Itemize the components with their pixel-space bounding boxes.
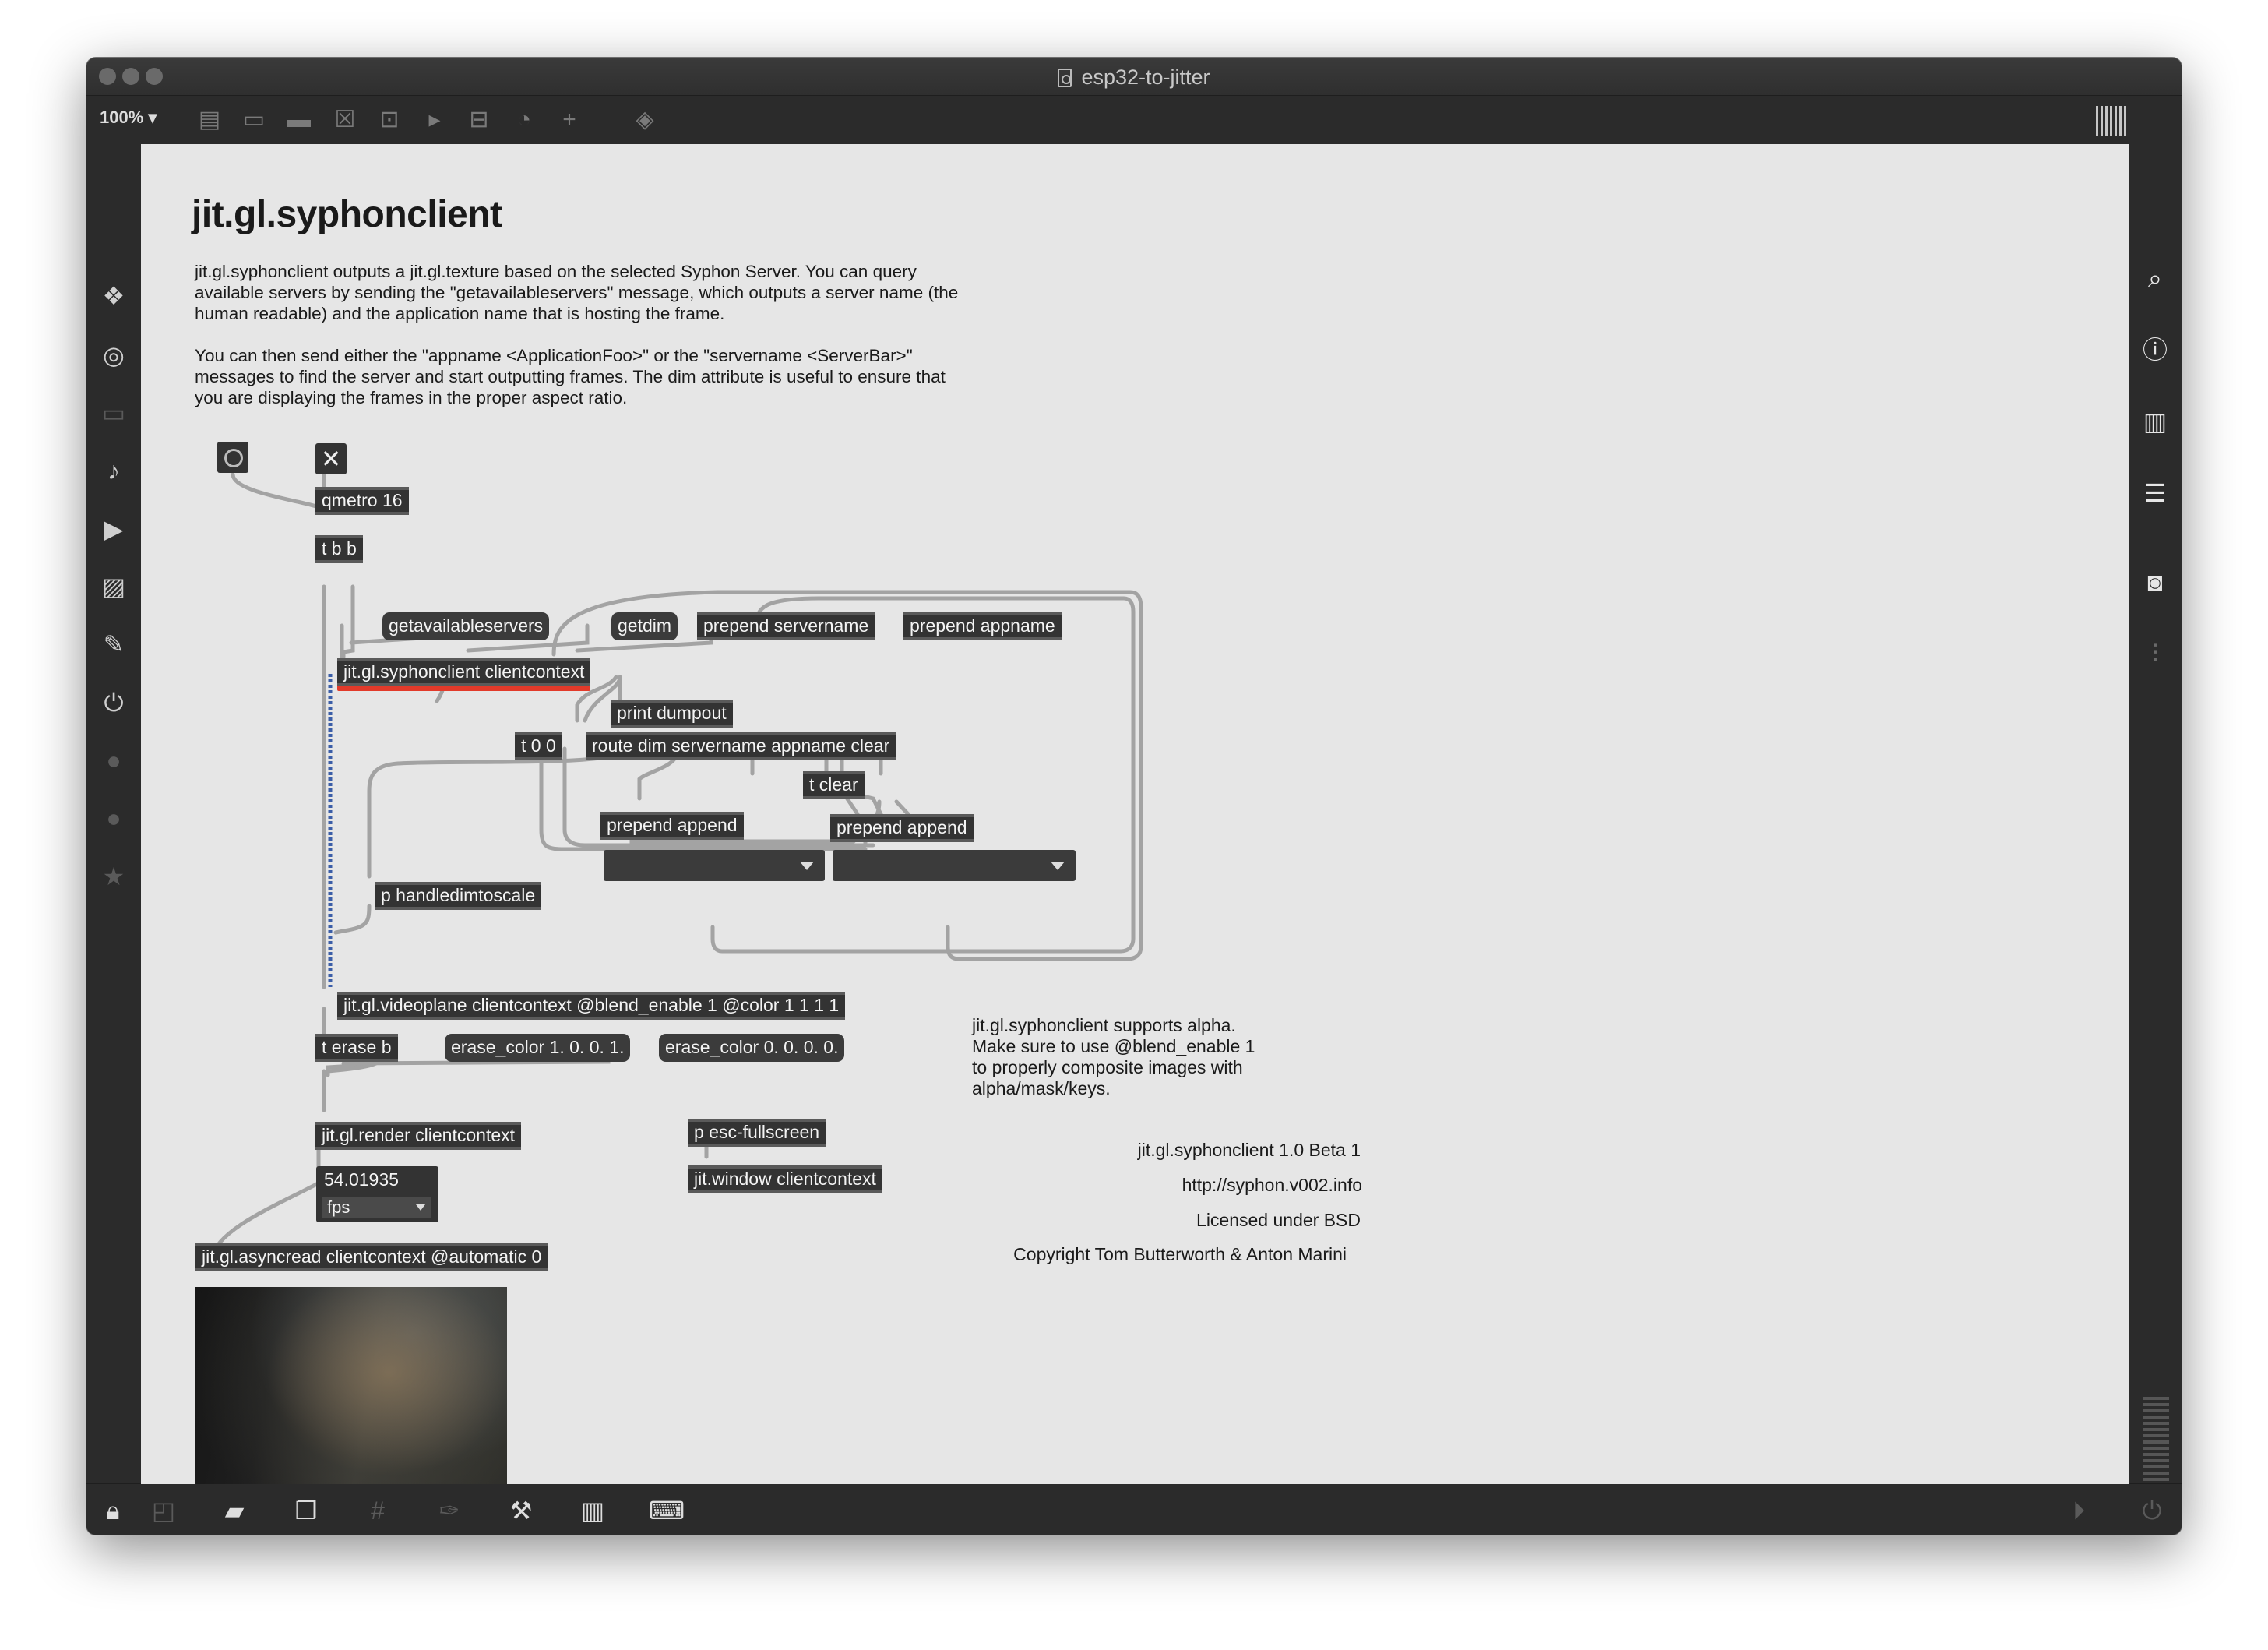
- prepend-appname-object[interactable]: prepend appname: [903, 612, 1062, 640]
- chevron-down-icon: [1051, 862, 1065, 870]
- patch-cord: [231, 472, 326, 513]
- info-icon[interactable]: ⓘ: [2139, 334, 2171, 365]
- paint-icon[interactable]: ✑: [434, 1495, 465, 1526]
- jit-window-object[interactable]: jit.window clientcontext: [688, 1165, 882, 1193]
- keyboard-icon[interactable]: ⌨: [649, 1495, 685, 1526]
- message-icon[interactable]: ▭: [241, 107, 267, 133]
- pinterest-icon[interactable]: ●: [99, 803, 129, 833]
- comment-icon[interactable]: ▬: [286, 107, 312, 133]
- paint-bucket-icon[interactable]: ◈: [632, 107, 658, 133]
- loadbang-button[interactable]: [217, 442, 248, 473]
- toggle-object-icon[interactable]: ⊡: [376, 107, 403, 133]
- button-object-icon[interactable]: ☒: [332, 107, 358, 133]
- zoom-value: 100%: [100, 108, 144, 127]
- asyncread-object[interactable]: jit.gl.asyncread clientcontext @automati…: [195, 1243, 548, 1271]
- trigger-clear-object[interactable]: t clear: [803, 771, 865, 799]
- patcher-canvas[interactable]: jit.gl.syphonclient jit.gl.syphonclient …: [141, 144, 2129, 1484]
- list-icon[interactable]: ☰: [2139, 478, 2171, 509]
- videoplane-object[interactable]: jit.gl.videoplane clientcontext @blend_e…: [337, 992, 846, 1020]
- window-title: esp32-to-jitter: [86, 65, 2182, 90]
- windows-icon[interactable]: ❐: [291, 1495, 322, 1526]
- fps-unit-label: fps: [327, 1197, 350, 1217]
- left-sidebar: ❖ ◎ ▭ ♪ ▶ ▨ ✎ ⏻ ● ● ★: [86, 144, 141, 1484]
- patch-cord: [710, 596, 1136, 954]
- chevron-down-icon: [800, 862, 814, 870]
- video-play-icon[interactable]: ▶: [99, 514, 129, 544]
- route-object[interactable]: route dim servername appname clear: [586, 732, 896, 760]
- server-name-menu[interactable]: [604, 850, 825, 881]
- paperclip-icon[interactable]: ✎: [99, 629, 129, 659]
- new-object-icon[interactable]: ▤: [196, 107, 223, 133]
- number-object-icon[interactable]: ▸: [421, 107, 448, 133]
- image-icon[interactable]: ▨: [99, 572, 129, 601]
- video-preview: [195, 1287, 507, 1484]
- esc-fullscreen-object[interactable]: p esc-fullscreen: [688, 1119, 826, 1147]
- book-icon[interactable]: ▥: [2139, 406, 2171, 437]
- edit-icon[interactable]: ◰: [148, 1495, 179, 1526]
- slider-object-icon[interactable]: ⊟: [466, 107, 492, 133]
- title-bar: esp32-to-jitter: [86, 58, 2182, 96]
- toolbar: 100% ▾ ▤ ▭ ▬ ☒ ⊡ ▸ ⊟ ◔ + ◈: [86, 96, 2182, 144]
- camera-icon[interactable]: ◙: [2139, 566, 2171, 598]
- target-icon[interactable]: ◎: [99, 340, 129, 370]
- handledimtoscale-object[interactable]: p handledimtoscale: [375, 882, 542, 910]
- getdim-message[interactable]: getdim: [611, 612, 678, 640]
- patch-cord: [341, 584, 355, 659]
- fps-number-box[interactable]: 54.01935 fps: [316, 1166, 438, 1222]
- erase-color-clear-message[interactable]: erase_color 0. 0. 0. 0.: [659, 1034, 845, 1062]
- bottom-toolbar: 🔒︎ ◰ ▰ ❐ # ✑ ⚒ ▥ ⌨ ⏵ ⏻: [86, 1483, 2182, 1535]
- music-note-icon[interactable]: ♪: [99, 456, 129, 485]
- print-dumpout-object[interactable]: print dumpout: [611, 700, 733, 728]
- plug-icon[interactable]: ⏻: [99, 688, 129, 717]
- version-credit: jit.gl.syphonclient 1.0 Beta 1: [1137, 1140, 1361, 1160]
- add-object-icon[interactable]: +: [556, 107, 583, 133]
- fps-value: 54.01935: [324, 1169, 399, 1190]
- copyright-credit: Copyright Tom Butterworth & Anton Marini: [1013, 1244, 1347, 1264]
- vimeo-icon[interactable]: ●: [99, 746, 129, 775]
- lock-icon[interactable]: 🔒︎: [97, 1495, 129, 1526]
- piano-icon[interactable]: ▥: [577, 1495, 608, 1526]
- grid-toggle-icon[interactable]: [2096, 106, 2129, 136]
- window-title-text: esp32-to-jitter: [1081, 65, 1210, 89]
- app-name-menu[interactable]: [833, 850, 1076, 881]
- patch-cords: [209, 461, 1143, 1260]
- package-icon[interactable]: ❖: [99, 281, 129, 311]
- film-icon[interactable]: ▭: [99, 398, 129, 428]
- trigger-bb-object[interactable]: t b b: [315, 535, 363, 563]
- power-icon[interactable]: ⏻: [2136, 1495, 2168, 1526]
- wrench-icon[interactable]: ⚒: [505, 1495, 537, 1526]
- toggle-button[interactable]: ✕: [315, 443, 347, 474]
- patch-cord: [367, 746, 626, 879]
- prepend-servername-object[interactable]: prepend servername: [697, 612, 875, 640]
- trigger-erase-object[interactable]: t erase b: [315, 1034, 398, 1062]
- grid-icon[interactable]: #: [362, 1495, 393, 1526]
- getavailableservers-message[interactable]: getavailableservers: [382, 612, 550, 640]
- star-icon[interactable]: ★: [99, 862, 129, 891]
- presentation-icon[interactable]: ▰: [219, 1495, 250, 1526]
- right-sidebar: ⌕ ⓘ ▥ ☰ ◙ ⫶: [2127, 144, 2182, 1535]
- prepend-append-object-1[interactable]: prepend append: [600, 812, 744, 840]
- document-icon: [1058, 69, 1072, 87]
- trigger-00-object[interactable]: t 0 0: [515, 732, 562, 760]
- zoom-dropdown[interactable]: 100% ▾: [100, 108, 157, 128]
- url-credit: http://syphon.v002.info: [1182, 1175, 1362, 1195]
- erase-color-red-message[interactable]: erase_color 1. 0. 0. 1.: [445, 1034, 631, 1062]
- alpha-note-comment: jit.gl.syphonclient supports alpha. Make…: [972, 1015, 1256, 1098]
- license-credit: Licensed under BSD: [1196, 1210, 1361, 1230]
- search-icon[interactable]: ⌕: [2139, 263, 2171, 294]
- render-object[interactable]: jit.gl.render clientcontext: [315, 1122, 522, 1150]
- patch-cord: [333, 904, 372, 935]
- fps-unit-dropdown[interactable]: fps: [322, 1197, 431, 1218]
- play-icon[interactable]: ⏵: [2063, 1495, 2094, 1526]
- dial-object-icon[interactable]: ◔: [511, 107, 537, 133]
- patcher-window: esp32-to-jitter 100% ▾ ▤ ▭ ▬ ☒ ⊡ ▸ ⊟ ◔ +…: [86, 58, 2182, 1535]
- syphonclient-object[interactable]: jit.gl.syphonclient clientcontext: [337, 658, 591, 686]
- qmetro-object[interactable]: qmetro 16: [315, 487, 409, 515]
- mixer-icon[interactable]: ⫶: [2139, 638, 2171, 669]
- patch-cord: [894, 799, 910, 816]
- prepend-append-object-2[interactable]: prepend append: [830, 814, 974, 842]
- chevron-down-icon: [416, 1204, 425, 1211]
